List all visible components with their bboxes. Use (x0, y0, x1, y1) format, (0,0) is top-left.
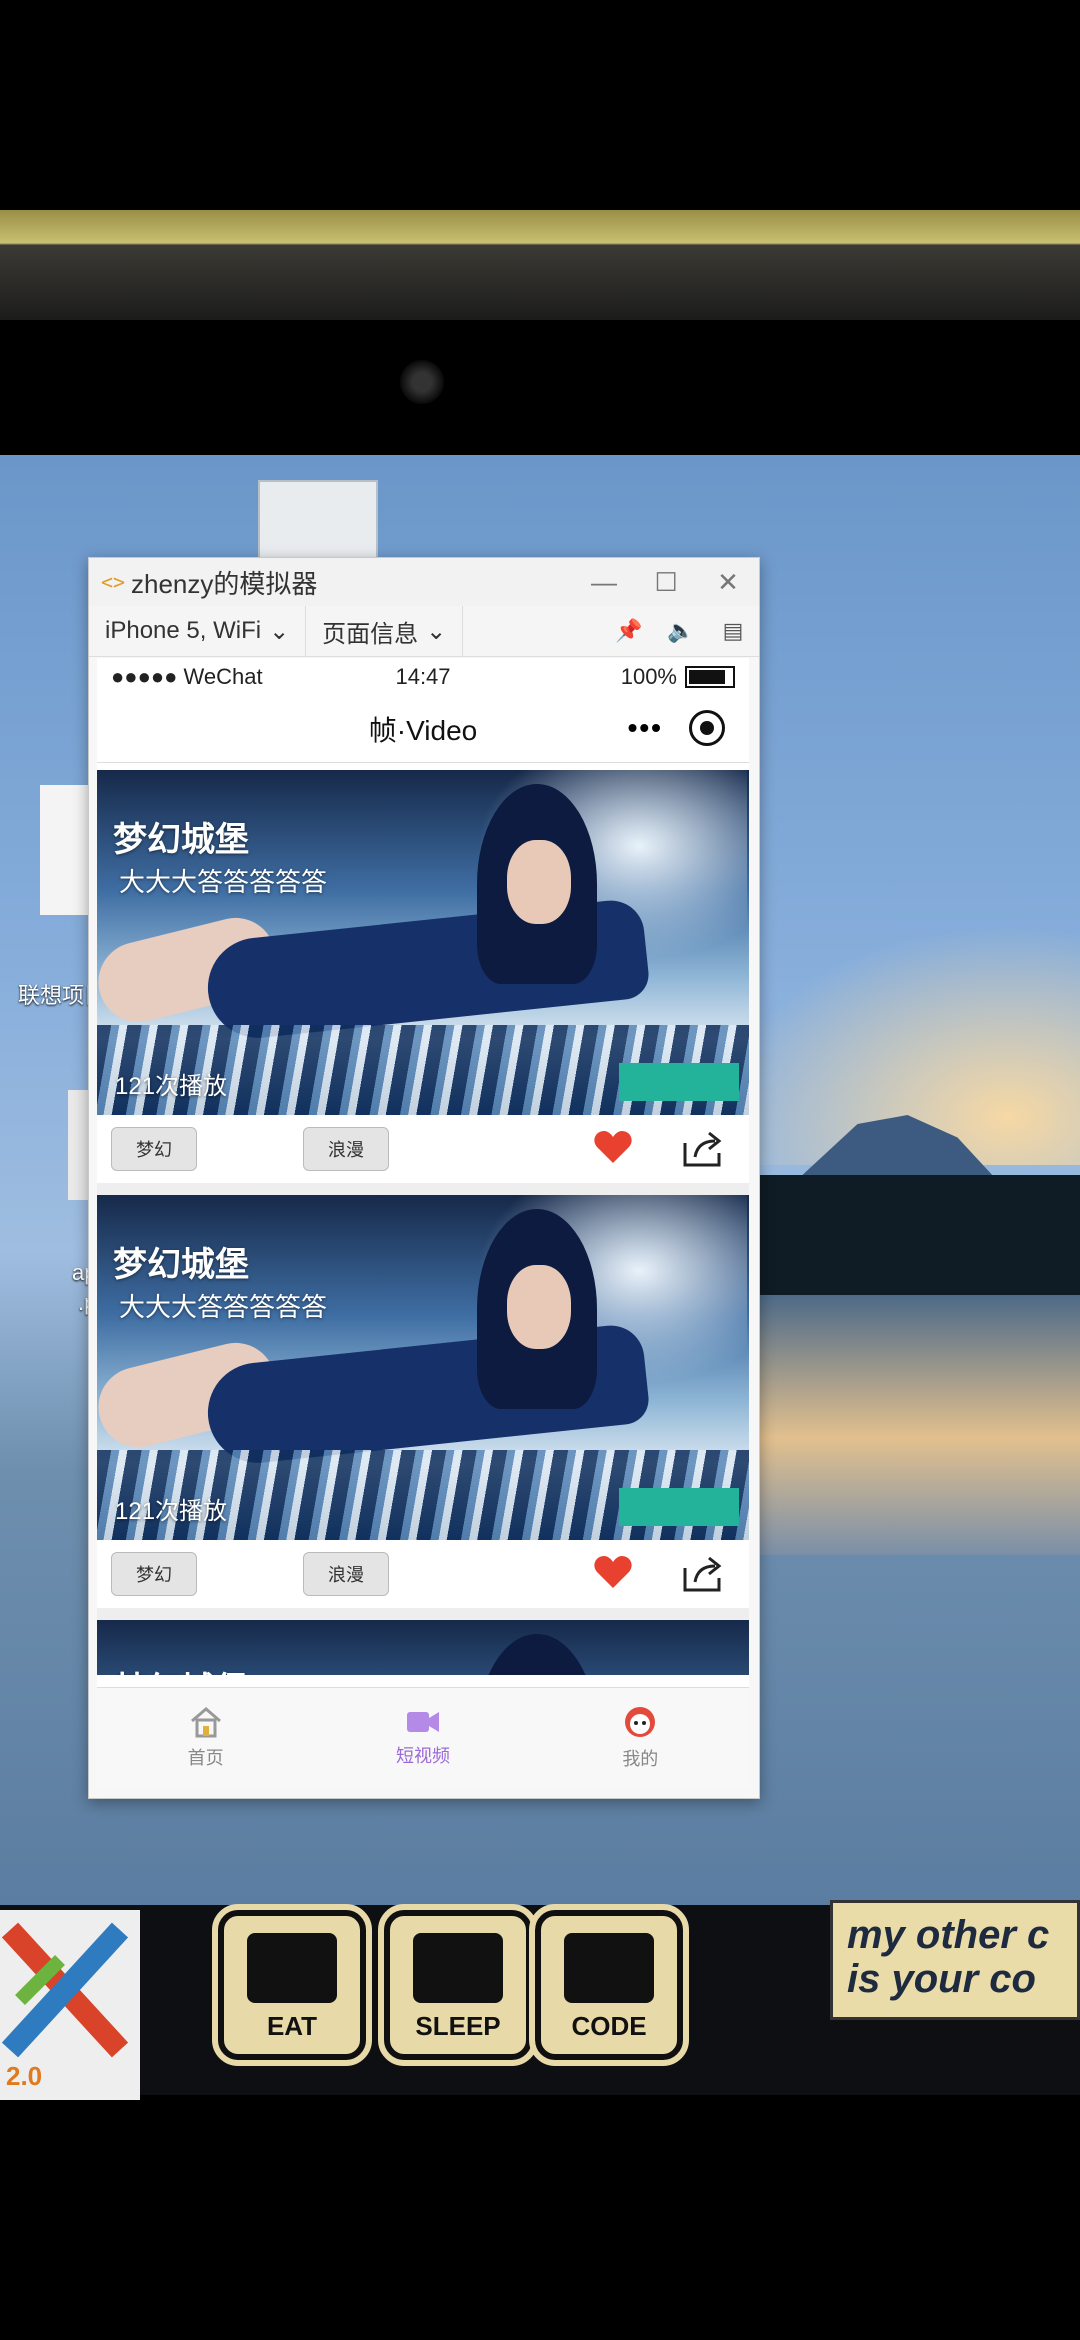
bed-icon (413, 1933, 503, 2003)
video-title: 梦幻城堡 (113, 821, 249, 859)
page-info-label: 页面信息 (322, 620, 419, 648)
profile-icon (625, 1707, 656, 1737)
tag-button[interactable]: 浪漫 (303, 1127, 389, 1171)
sticker-version: 2.0 (6, 2061, 43, 2091)
play-count: 121次播放 (115, 1073, 228, 1100)
device-select-label: iPhone 5, WiFi (105, 617, 262, 644)
watermark-logo (619, 1488, 739, 1526)
tag-button[interactable]: 浪漫 (303, 1552, 389, 1596)
phone-screen: ●●●●● WeChat 14:47 100% 帧·Video ••• 梦幻城堡… (97, 658, 749, 1788)
slogan-line: my other c (847, 1913, 1050, 1957)
wallpaper-lake (760, 1295, 1080, 1555)
thumb-figure-face (507, 1265, 571, 1349)
battery-icon (685, 666, 735, 688)
chevron-down-icon: ⌄ (426, 617, 447, 645)
share-icon[interactable] (681, 1129, 725, 1169)
minimize-button[interactable]: — (573, 567, 635, 598)
video-card: 梦幻城堡 大大大答答答答答 121次播放 梦幻 浪漫 (97, 770, 749, 1183)
video-subtitle: 大大大答答答答答 (119, 1292, 328, 1322)
watermark-logo (619, 1063, 739, 1101)
x-logo-sticker: 2.0 (0, 1910, 140, 2100)
x-logo-icon (1, 1922, 129, 2058)
tab-bar: 首页 短视频 我的 (97, 1687, 749, 1788)
tab-profile[interactable]: 我的 (532, 1688, 749, 1788)
video-subtitle: 大大大答答答答答 (119, 867, 328, 897)
eat-sticker: EAT (212, 1904, 372, 2066)
share-icon[interactable] (681, 1554, 725, 1594)
thumb-figure-face (507, 840, 571, 924)
video-title: 梦幻城堡 (113, 1246, 249, 1284)
slogan-line: is your co (847, 1957, 1036, 2001)
nav-bar: 帧·Video ••• (97, 696, 749, 763)
heart-icon[interactable] (593, 1554, 633, 1594)
webcam (400, 360, 444, 404)
chevron-down-icon: ⌄ (269, 617, 290, 645)
pin-icon[interactable]: 📌 (603, 618, 655, 644)
layout-icon[interactable]: ▤ (707, 618, 759, 644)
wallpaper-trees (760, 1175, 1080, 1295)
simulator-window: <> zhenzy的模拟器 — ☐ ✕ iPhone 5, WiFi ⌄ 页面信… (88, 557, 760, 1799)
code-sticker: CODE (529, 1904, 689, 2066)
device-select[interactable]: iPhone 5, WiFi ⌄ (89, 606, 307, 656)
video-actions: 梦幻 浪漫 (97, 1115, 749, 1183)
video-thumbnail[interactable]: 梦幻城堡 大大大答答答答答 121次播放 (97, 770, 749, 1115)
video-feed[interactable]: 梦幻城堡 大大大答答答答答 121次播放 梦幻 浪漫 梦幻城堡 大大大答答答答答… (97, 770, 749, 1675)
video-icon (406, 1712, 439, 1732)
miniprogram-capsule: ••• (628, 710, 725, 746)
tag-button[interactable]: 梦幻 (111, 1127, 197, 1171)
tab-label: 首页 (187, 1748, 224, 1768)
simulator-toolbar: iPhone 5, WiFi ⌄ 页面信息 ⌄ 📌 🔈 ▤ (89, 606, 759, 657)
volume-icon[interactable]: 🔈 (655, 618, 707, 644)
sticker-label: CODE (571, 2011, 647, 2041)
video-thumbnail[interactable]: 梦幻城堡 (97, 1620, 749, 1675)
close-target-icon[interactable] (689, 710, 725, 746)
close-button[interactable]: ✕ (697, 567, 759, 598)
home-icon (190, 1707, 221, 1738)
clock: 14:47 (395, 664, 451, 689)
fork-knife-icon (247, 1933, 337, 2003)
carrier-label: ●●●●● WeChat (111, 664, 263, 689)
battery-percent: 100% (620, 664, 677, 689)
tab-home[interactable]: 首页 (97, 1688, 314, 1788)
tab-label: 短视频 (395, 1746, 450, 1766)
sticker-label: SLEEP (415, 2011, 501, 2041)
page-title: 帧·Video (368, 715, 478, 746)
thumb-figure-hair (477, 1634, 597, 1675)
video-card: 梦幻城堡 大大大答答答答答 121次播放 梦幻 浪漫 (97, 1195, 749, 1608)
play-count: 121次播放 (115, 1498, 228, 1525)
page-info-select[interactable]: 页面信息 ⌄ (306, 606, 464, 656)
maximize-button[interactable]: ☐ (635, 567, 697, 598)
heart-icon[interactable] (593, 1129, 633, 1169)
devtools-logo-icon: <> (101, 570, 126, 594)
window-titlebar[interactable]: <> zhenzy的模拟器 — ☐ ✕ (89, 558, 759, 606)
more-icon[interactable]: ••• (628, 712, 663, 744)
status-bar: ●●●●● WeChat 14:47 100% (97, 658, 749, 696)
video-thumbnail[interactable]: 梦幻城堡 大大大答答答答答 121次播放 (97, 1195, 749, 1540)
laptop-bezel-top (0, 210, 1080, 320)
sticker-label: EAT (266, 2011, 318, 2041)
tab-video[interactable]: 短视频 (314, 1688, 531, 1788)
computer-icon (564, 1933, 654, 2003)
window-title: zhenzy的模拟器 (131, 568, 318, 599)
video-actions: 梦幻 浪漫 (97, 1540, 749, 1608)
tag-button[interactable]: 梦幻 (111, 1552, 197, 1596)
sleep-sticker: SLEEP (378, 1904, 538, 2066)
slogan-sticker: my other c is your co (830, 1900, 1080, 2020)
tab-label: 我的 (622, 1749, 659, 1769)
video-title: 梦幻城堡 (113, 1662, 249, 1675)
video-card: 梦幻城堡 (97, 1620, 749, 1675)
